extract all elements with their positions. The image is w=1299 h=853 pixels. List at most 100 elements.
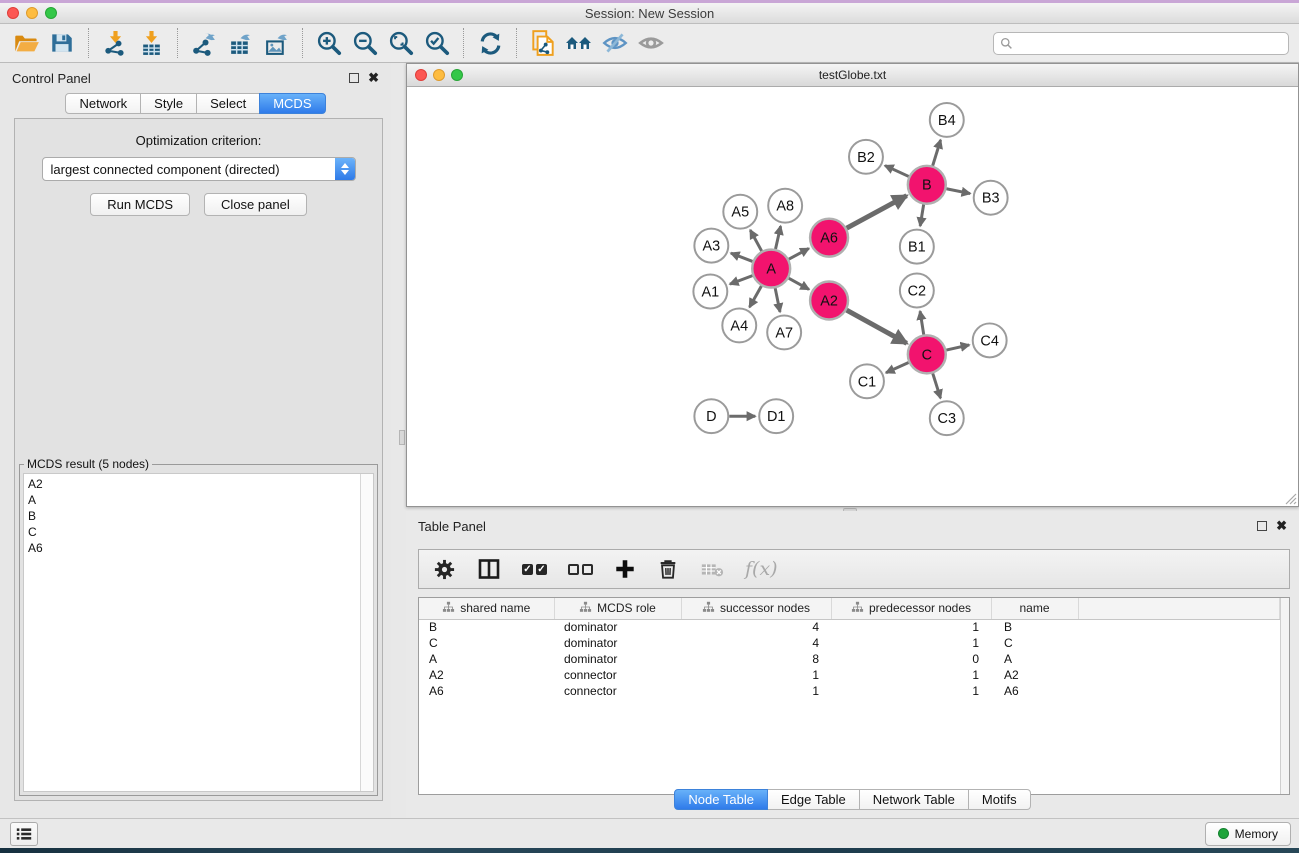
graph-node-C4[interactable]: C4 — [973, 323, 1007, 357]
graph-node-B3[interactable]: B3 — [974, 181, 1008, 215]
tab-select[interactable]: Select — [196, 93, 260, 114]
edge-C-C1[interactable] — [886, 363, 909, 373]
zoom-selected-icon[interactable] — [422, 28, 452, 58]
table-scrollbar[interactable] — [1280, 598, 1289, 794]
export-table-icon[interactable] — [225, 28, 255, 58]
graph-node-A4[interactable]: A4 — [722, 308, 756, 342]
table-cell[interactable]: 1 — [831, 635, 991, 651]
graph-node-A2[interactable]: A2 — [810, 282, 848, 320]
edge-A-A2[interactable] — [789, 278, 809, 289]
table-cell[interactable]: 1 — [831, 667, 991, 683]
edge-B-B1[interactable] — [920, 204, 923, 225]
table-cell[interactable]: B — [419, 619, 554, 635]
table-cell[interactable]: dominator — [554, 619, 681, 635]
graph-node-D[interactable]: D — [694, 399, 728, 433]
open-file-icon[interactable] — [11, 28, 41, 58]
graph-node-B4[interactable]: B4 — [930, 103, 964, 137]
table-cell[interactable]: 1 — [831, 683, 991, 699]
search-input[interactable] — [1013, 36, 1288, 50]
import-table-icon[interactable] — [136, 28, 166, 58]
close-table-panel-icon[interactable]: ✖ — [1276, 521, 1287, 531]
show-all-network-views-icon[interactable] — [564, 28, 594, 58]
table-cell[interactable]: dominator — [554, 651, 681, 667]
graph-node-C[interactable]: C — [908, 335, 946, 373]
table-tab-edge-table[interactable]: Edge Table — [767, 789, 860, 810]
table-cell[interactable]: C — [991, 635, 1078, 651]
table-cell[interactable]: 8 — [681, 651, 831, 667]
table-cell[interactable]: A — [991, 651, 1078, 667]
table-cell[interactable]: connector — [554, 667, 681, 683]
table-tab-motifs[interactable]: Motifs — [968, 789, 1031, 810]
network-canvas[interactable]: B4B2BB3A8A5A6A3B1AA1C2A2A4A7C4CC1C3DD1 — [407, 88, 1298, 506]
window-resize-grip[interactable] — [1283, 491, 1297, 505]
graph-node-B1[interactable]: B1 — [900, 230, 934, 264]
optimization-criterion-select[interactable]: largest connected component (directed) — [42, 157, 356, 181]
graph-node-D1[interactable]: D1 — [759, 399, 793, 433]
table-cell[interactable]: C — [419, 635, 554, 651]
edge-A-A6[interactable] — [789, 248, 809, 259]
edge-A2-C[interactable] — [847, 310, 907, 343]
graph-node-B2[interactable]: B2 — [849, 140, 883, 174]
graph-node-A[interactable]: A — [752, 250, 790, 288]
edge-A-A1[interactable] — [730, 276, 753, 285]
delete-column-icon[interactable] — [657, 556, 679, 582]
zoom-out-icon[interactable] — [350, 28, 380, 58]
table-row[interactable]: Adominator80A — [419, 651, 1280, 667]
edge-C-C4[interactable] — [946, 345, 969, 350]
edge-C-C2[interactable] — [920, 311, 924, 334]
edge-B-B4[interactable] — [933, 140, 941, 166]
table-cell[interactable]: 1 — [681, 667, 831, 683]
graph-node-A1[interactable]: A1 — [693, 275, 727, 309]
deselect-all-icon[interactable] — [568, 556, 593, 582]
table-row[interactable]: A2connector11A2 — [419, 667, 1280, 683]
edge-A-A4[interactable] — [750, 286, 762, 307]
column-header-predecessor-nodes[interactable]: predecessor nodes — [831, 598, 991, 619]
table-cell[interactable]: connector — [554, 683, 681, 699]
graph-node-A5[interactable]: A5 — [723, 195, 757, 229]
hide-selection-icon[interactable] — [600, 28, 630, 58]
graph-node-A7[interactable]: A7 — [767, 315, 801, 349]
graph-node-A8[interactable]: A8 — [768, 189, 802, 223]
edge-A6-B[interactable] — [847, 196, 907, 228]
zoom-in-icon[interactable] — [314, 28, 344, 58]
tab-network[interactable]: Network — [65, 93, 141, 114]
table-cell[interactable]: 0 — [831, 651, 991, 667]
column-header-shared-name[interactable]: shared name — [419, 598, 554, 619]
table-settings-icon[interactable] — [433, 556, 456, 582]
tab-style[interactable]: Style — [140, 93, 197, 114]
mcds-result-item[interactable]: B — [28, 508, 360, 524]
column-header-MCDS-role[interactable]: MCDS role — [554, 598, 681, 619]
add-column-icon[interactable] — [614, 556, 636, 582]
table-cell[interactable]: 4 — [681, 635, 831, 651]
column-header-successor-nodes[interactable]: successor nodes — [681, 598, 831, 619]
graph-node-A6[interactable]: A6 — [810, 219, 848, 257]
graph-node-C2[interactable]: C2 — [900, 274, 934, 308]
edge-A-A3[interactable] — [731, 253, 753, 261]
memory-button[interactable]: Memory — [1205, 822, 1291, 846]
select-all-icon[interactable]: ✓✓ — [522, 556, 547, 582]
table-row[interactable]: Bdominator41B — [419, 619, 1280, 635]
table-tab-network-table[interactable]: Network Table — [859, 789, 969, 810]
graph-node-C3[interactable]: C3 — [930, 401, 964, 435]
table-cell[interactable]: A6 — [419, 683, 554, 699]
float-panel-icon[interactable] — [349, 73, 359, 83]
search-field[interactable] — [993, 32, 1289, 55]
show-selection-icon[interactable] — [636, 28, 666, 58]
edge-A-A8[interactable] — [776, 226, 781, 249]
toggle-panel-mode-icon[interactable] — [477, 556, 501, 582]
save-session-icon[interactable] — [47, 28, 77, 58]
mcds-result-item[interactable]: A6 — [28, 540, 360, 556]
close-panel-button[interactable]: Close panel — [204, 193, 307, 216]
edge-A-A7[interactable] — [775, 288, 780, 312]
vertical-split-handle[interactable] — [399, 430, 405, 445]
float-table-panel-icon[interactable] — [1257, 521, 1267, 531]
graph-node-C1[interactable]: C1 — [850, 364, 884, 398]
edge-B-B3[interactable] — [946, 189, 970, 194]
mcds-result-scrollbar[interactable] — [360, 474, 373, 791]
table-cell[interactable]: 1 — [831, 619, 991, 635]
duplicate-network-icon[interactable] — [528, 28, 558, 58]
export-image-icon[interactable] — [261, 28, 291, 58]
mcds-result-item[interactable]: C — [28, 524, 360, 540]
mcds-result-item[interactable]: A2 — [28, 476, 360, 492]
mcds-result-item[interactable]: A — [28, 492, 360, 508]
